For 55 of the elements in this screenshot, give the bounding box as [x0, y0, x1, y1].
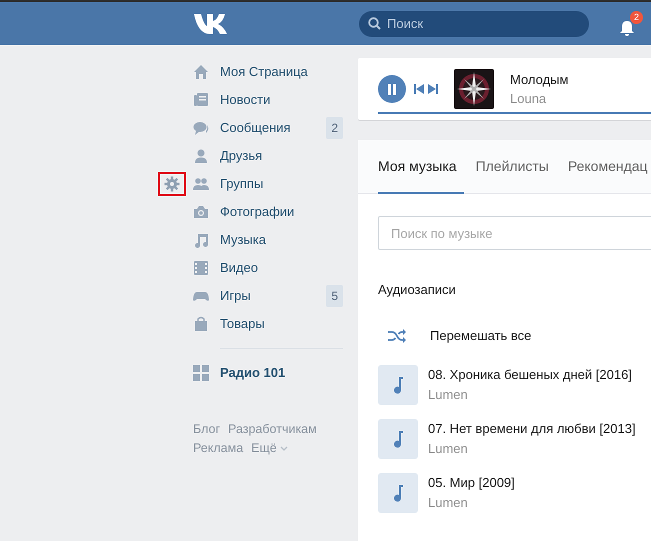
- track-cover[interactable]: [378, 472, 418, 512]
- people-icon: [193, 176, 209, 192]
- unread-count: 2: [326, 117, 343, 139]
- sidebar-item[interactable]: Видео: [193, 254, 358, 282]
- tab[interactable]: Рекомендац: [568, 140, 651, 194]
- settings-button[interactable]: [158, 172, 186, 196]
- previous-button[interactable]: [414, 84, 424, 94]
- tab[interactable]: Моя музыка: [378, 140, 464, 194]
- house-icon: [193, 64, 209, 80]
- artist-name: Louna: [510, 90, 548, 108]
- speech-bubble-icon: [193, 120, 209, 136]
- tab[interactable]: Плейлисты: [476, 140, 556, 194]
- music-note-icon: [193, 232, 209, 248]
- newspaper-icon: [193, 92, 209, 108]
- film-icon: [193, 260, 209, 276]
- music-search-field[interactable]: Поиск по музыке: [378, 216, 651, 250]
- sidebar-item[interactable]: Игры 5: [193, 282, 358, 310]
- section-title: Аудиозаписи: [378, 281, 457, 299]
- track-cover[interactable]: [378, 364, 418, 404]
- notification-count: 2: [630, 10, 643, 24]
- chevron-down-icon: [280, 446, 288, 452]
- sidebar-item[interactable]: Радио 101: [193, 359, 358, 387]
- sidebar-item[interactable]: Группы: [193, 170, 358, 198]
- artist-name: Lumen: [428, 440, 469, 458]
- bell-icon: [619, 20, 635, 36]
- sidebar-item[interactable]: Товары: [193, 310, 358, 338]
- track-title: 07. Нет времени для любви [2013]: [428, 420, 636, 438]
- pause-icon: [387, 84, 397, 94]
- sidebar-item[interactable]: Музыка: [193, 226, 358, 254]
- search-field[interactable]: Поиск: [359, 10, 589, 36]
- next-button[interactable]: [428, 84, 438, 94]
- music-note-icon: [392, 430, 404, 448]
- shuffle-button[interactable]: Перемешать все: [388, 322, 651, 350]
- sidebar-item[interactable]: Моя Страница: [193, 58, 358, 86]
- artist-name: Lumen: [428, 494, 469, 512]
- sidebar-item[interactable]: Друзья: [193, 142, 358, 170]
- camera-icon: [193, 204, 209, 220]
- person-icon: [193, 148, 209, 164]
- sidebar-item[interactable]: Новости: [193, 86, 358, 114]
- song-title: Молодым: [510, 70, 568, 89]
- track-cover[interactable]: [378, 418, 418, 458]
- music-note-icon: [392, 376, 404, 394]
- sidebar-item[interactable]: Фотографии: [193, 198, 358, 226]
- play-pause-button[interactable]: [378, 75, 406, 103]
- artist-name: Lumen: [428, 386, 469, 404]
- music-note-icon: [392, 484, 404, 502]
- shuffle-icon: [388, 328, 406, 342]
- settings-icon: [164, 176, 180, 192]
- track-title: 08. Хроника бешеных дней [2016]: [428, 366, 632, 384]
- sidebar-item[interactable]: Сообщения 2: [193, 114, 358, 142]
- grid-icon: [193, 365, 209, 381]
- unread-count: 5: [326, 285, 343, 307]
- shopping-bag-icon: [193, 316, 209, 332]
- logo[interactable]: [194, 12, 228, 34]
- track-title: 05. Мир [2009]: [428, 474, 515, 492]
